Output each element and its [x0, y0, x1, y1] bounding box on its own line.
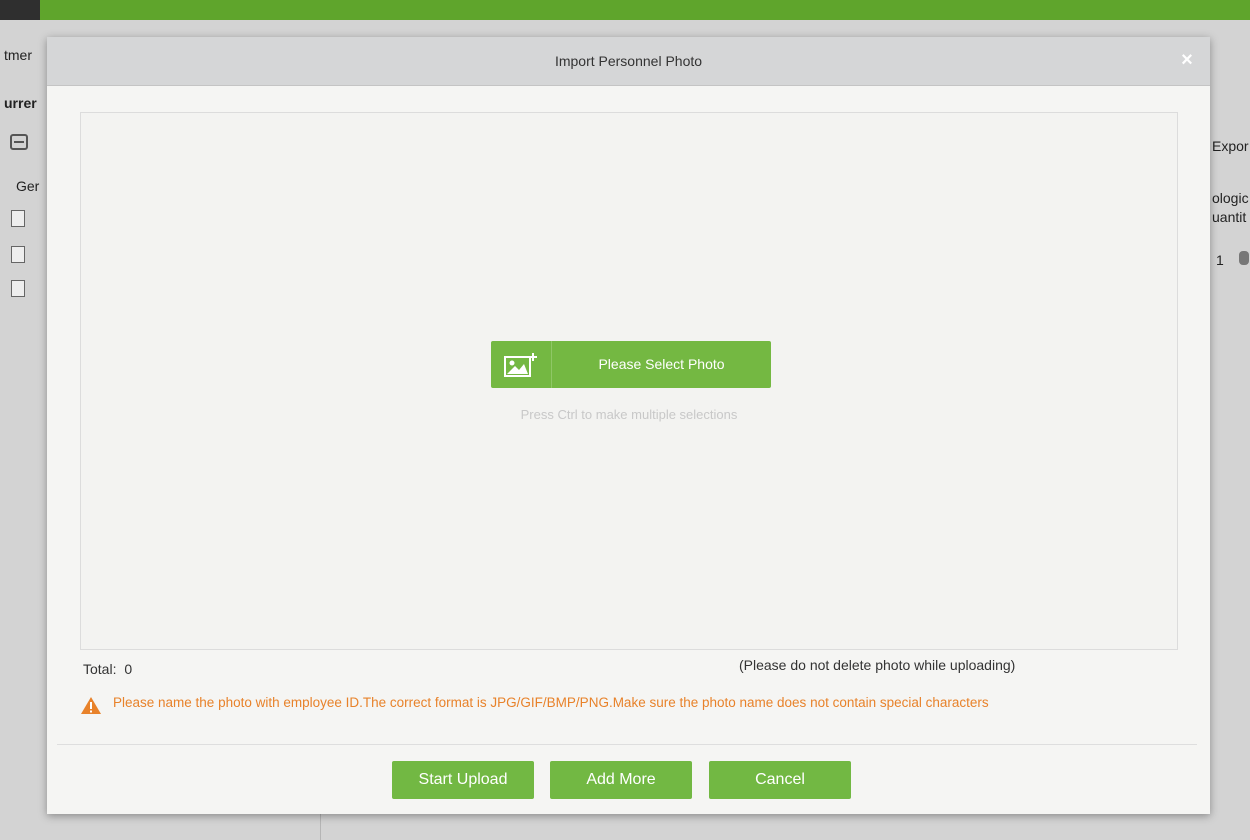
- bg-label-current: urrer: [4, 95, 37, 111]
- dialog-header: Import Personnel Photo ×: [47, 37, 1210, 86]
- close-icon[interactable]: ×: [1176, 49, 1198, 71]
- bg-label-general: Ger: [16, 178, 40, 194]
- bg-divider: [320, 814, 321, 840]
- total-label: Total:: [83, 661, 117, 677]
- bg-label-biologic: ologic: [1212, 190, 1249, 206]
- start-upload-button[interactable]: Start Upload: [392, 761, 534, 799]
- app-topbar: [40, 0, 1250, 20]
- upload-note: (Please do not delete photo while upload…: [739, 657, 1016, 673]
- multi-select-hint: Press Ctrl to make multiple selections: [520, 407, 738, 422]
- naming-warning: Please name the photo with employee ID.T…: [113, 695, 989, 710]
- bg-label-export: Expor: [1212, 138, 1249, 154]
- dialog-title: Import Personnel Photo: [554, 53, 703, 69]
- bg-fingerprint-icon: [1238, 250, 1250, 271]
- bg-tree-icon: [10, 134, 28, 155]
- select-photo-label: Please Select Photo: [598, 356, 725, 372]
- warning-icon: [80, 696, 102, 720]
- total-count: Total: 0: [83, 661, 132, 677]
- bg-label-department: tmer: [4, 47, 32, 63]
- footer-divider: [57, 744, 1197, 745]
- bg-label-quantity: uantit: [1212, 209, 1247, 225]
- add-more-button[interactable]: Add More: [550, 761, 692, 799]
- select-photo-button[interactable]: Please Select Photo: [491, 341, 771, 388]
- total-value: 0: [124, 661, 133, 677]
- image-add-icon: [491, 341, 552, 388]
- photo-drop-area[interactable]: Please Select Photo Press Ctrl to make m…: [80, 112, 1178, 650]
- bg-value: 1: [1216, 252, 1224, 268]
- app-topbar-logo-area: [0, 0, 40, 20]
- bg-file-icon: [11, 246, 25, 263]
- cancel-button[interactable]: Cancel: [709, 761, 851, 799]
- bg-file-icon: [11, 210, 25, 227]
- bg-file-icon: [11, 280, 25, 297]
- import-photo-dialog: Import Personnel Photo × Please Select P…: [47, 37, 1210, 814]
